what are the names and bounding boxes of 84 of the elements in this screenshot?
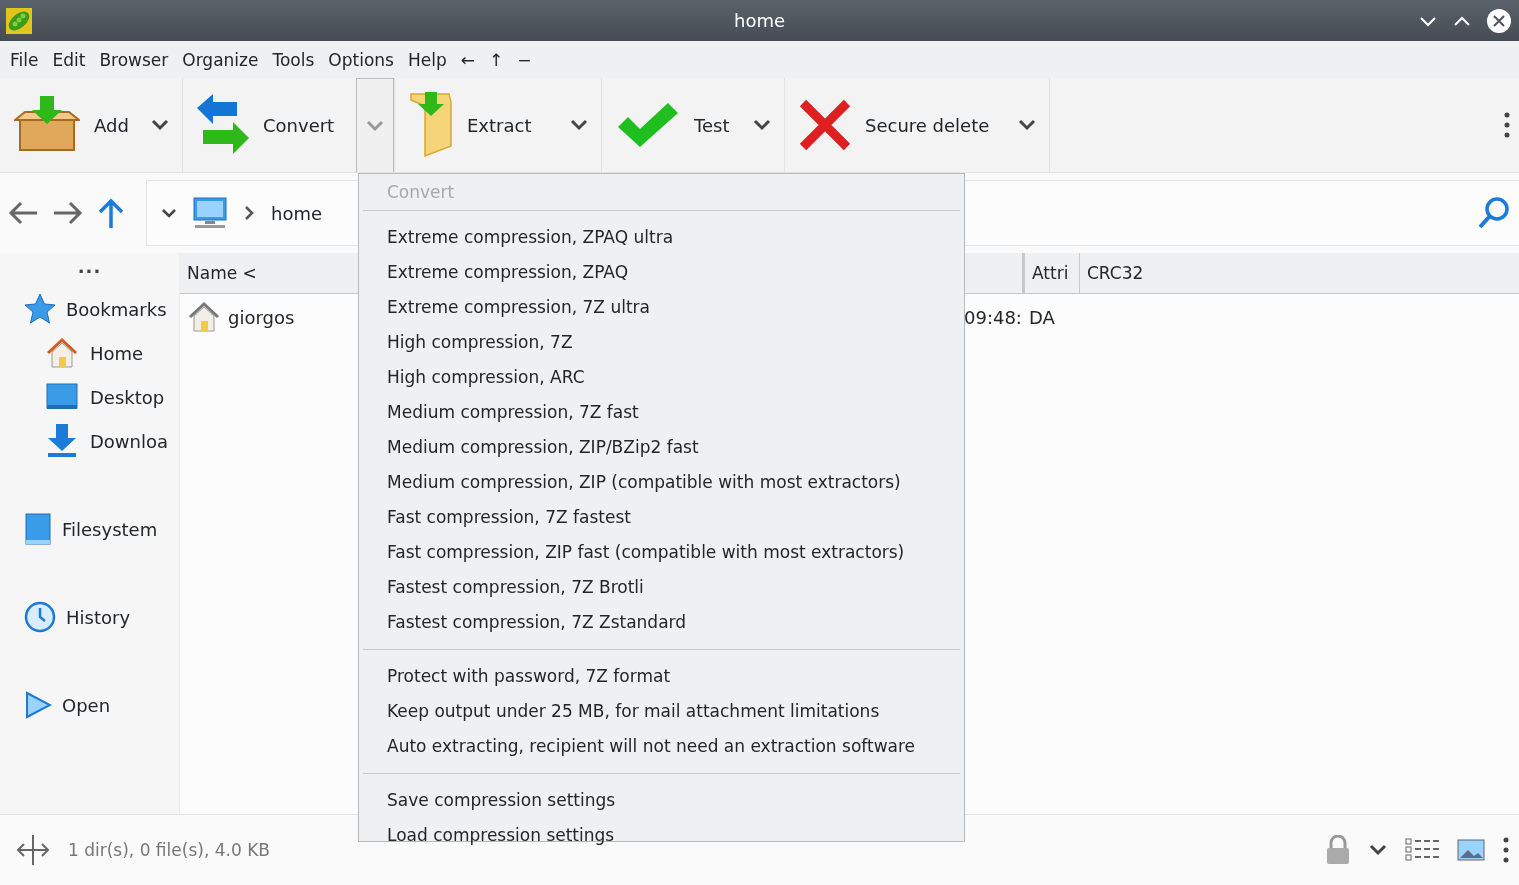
menu-item[interactable]: Medium compression, ZIP/BZip2 fast [363, 430, 960, 465]
menu-item[interactable]: High compression, ARC [363, 360, 960, 395]
caret-icon [753, 119, 771, 131]
play-icon [24, 691, 52, 719]
menu-item[interactable]: Extreme compression, 7Z ultra [363, 290, 960, 325]
menu-item[interactable]: Organize [182, 49, 259, 70]
list-view-icon[interactable] [1405, 838, 1439, 862]
menu-item[interactable]: Extreme compression, ZPAQ ultra [363, 220, 960, 255]
cross-icon [799, 99, 851, 151]
sidebar-item[interactable]: Desktop [0, 375, 179, 419]
more-button[interactable]: ... [77, 257, 102, 277]
menu-item[interactable]: Options [328, 49, 394, 70]
sidebar-item[interactable]: Downloa [0, 419, 179, 463]
menu-item[interactable]: Fast compression, ZIP fast (compatible with most extractors) [363, 535, 960, 570]
clock-icon [24, 601, 56, 633]
menu-item[interactable]: ← [460, 49, 475, 70]
menu-item[interactable]: ↑ [488, 49, 504, 70]
toolbar-button[interactable]: Convert [183, 78, 335, 172]
menu-item[interactable]: Load compression settings [363, 818, 960, 853]
search-icon[interactable] [1477, 196, 1511, 230]
up-icon[interactable] [97, 198, 125, 228]
image-icon[interactable] [1457, 839, 1485, 861]
checkmark-icon [616, 103, 680, 147]
menu-item[interactable]: Protect with password, 7Z format [363, 659, 960, 694]
forward-icon[interactable] [52, 200, 84, 226]
more-icon[interactable] [1503, 837, 1509, 863]
lock-icon[interactable] [1325, 835, 1351, 865]
caret-icon [1018, 119, 1036, 131]
table-cell-text: DA [1028, 306, 1056, 328]
menu-item[interactable]: Fastest compression, 7Z Zstandard [363, 605, 960, 640]
menu-item[interactable]: Browser [99, 49, 169, 70]
arrows-icon [197, 94, 249, 156]
toolbar-button[interactable]: Add [0, 78, 129, 172]
close-button[interactable] [1486, 7, 1512, 34]
breadcrumb-item[interactable]: home [271, 202, 323, 224]
desktop-icon [46, 383, 78, 411]
caret-icon[interactable] [1369, 844, 1387, 856]
column-header[interactable]: Attri [1025, 253, 1080, 293]
window-title: home [734, 10, 785, 31]
menu-item[interactable]: Medium compression, 7Z fast [363, 395, 960, 430]
menu-item[interactable]: Fast compression, 7Z fastest [363, 500, 960, 535]
menu-item[interactable]: Save compression settings [363, 783, 960, 818]
caret-icon [570, 119, 588, 131]
drive-icon [24, 512, 52, 546]
computer-icon [193, 197, 227, 229]
sidebar-item[interactable]: Open [0, 683, 179, 727]
house-icon [46, 337, 78, 369]
column-header[interactable]: CRC32 [1080, 253, 1519, 293]
caret-icon [151, 119, 169, 131]
table-cell[interactable]: giorgos [180, 301, 358, 333]
sidebar-item[interactable]: Filesystem [0, 507, 179, 551]
back-icon[interactable] [7, 200, 39, 226]
menu-item[interactable]: Auto extracting, recipient will not need an extraction software [363, 729, 960, 764]
folder-icon [409, 92, 453, 158]
caret-icon [366, 119, 384, 132]
menu-item[interactable]: Keep output under 25 MB, for mail attachment limitations [363, 694, 960, 729]
more-icon[interactable] [1504, 112, 1510, 138]
box-icon [14, 96, 80, 154]
chevron-icon [243, 205, 255, 221]
sidebar-item[interactable]: Bookmarks [0, 287, 179, 331]
column-header[interactable]: Name < [180, 253, 358, 293]
menu-item[interactable]: Extreme compression, ZPAQ [363, 255, 960, 290]
toolbar-button[interactable]: Test [602, 78, 730, 172]
menu-item[interactable]: Medium compression, ZIP (compatible with most extractors) [363, 465, 960, 500]
menu-item[interactable]: Fastest compression, 7Z Brotli [363, 570, 960, 605]
app-icon [6, 7, 32, 34]
house-icon [188, 301, 220, 333]
menu-item[interactable]: High compression, 7Z [363, 325, 960, 360]
toolbar-button[interactable]: Secure delete [785, 78, 990, 172]
menu-item[interactable]: − [517, 49, 532, 70]
move-icon[interactable] [16, 833, 50, 867]
toolbar-button[interactable]: Extract [395, 78, 532, 172]
caret-icon[interactable] [161, 208, 177, 218]
star-icon [24, 293, 56, 325]
menu-title: Convert [386, 181, 456, 204]
download-icon [46, 424, 78, 458]
table-cell-text: 09:48: [964, 306, 1023, 328]
menu-item[interactable]: Tools [272, 49, 315, 70]
sidebar-item[interactable]: History [0, 595, 179, 639]
menu-item[interactable]: Edit [52, 49, 86, 70]
menu-item[interactable]: Help [407, 49, 447, 70]
sidebar-item[interactable]: Home [0, 331, 179, 375]
menu-item[interactable]: File [10, 49, 39, 70]
status-text: 1 dir(s), 0 file(s), 4.0 KB [68, 840, 270, 860]
